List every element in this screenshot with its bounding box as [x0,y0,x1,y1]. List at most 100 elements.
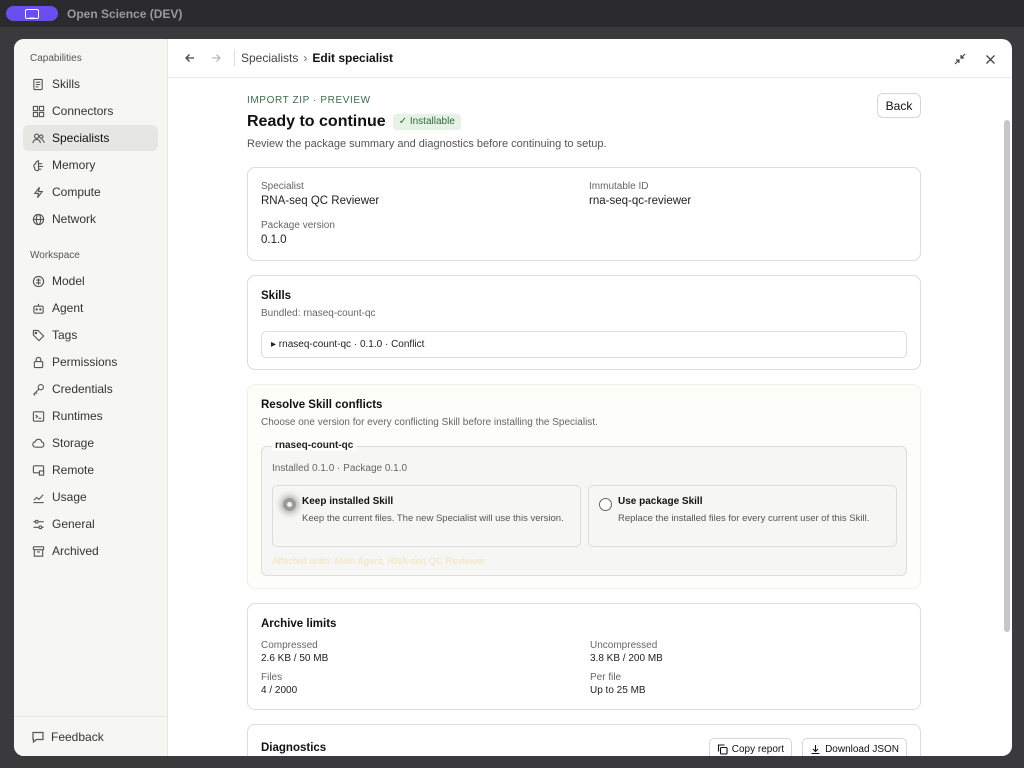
sidebar-item-network[interactable]: Network [23,206,158,232]
sidebar-item-general[interactable]: General [23,511,158,537]
package-version-label: Package version [261,220,335,231]
sidebar-item-runtimes[interactable]: Runtimes [23,403,158,429]
specialist-value: RNA-seq QC Reviewer [261,195,380,207]
sidebar-item-remote[interactable]: Remote [23,457,158,483]
uncompressed-label: Uncompressed [590,640,658,651]
sidebar-item-usage[interactable]: Usage [23,484,158,510]
network-icon [31,212,45,226]
archive-limits-card: Archive limits Compressed 2.6 KB / 50 MB… [247,603,921,710]
back-arrow-icon[interactable] [180,48,200,68]
lock-icon [31,355,45,369]
skills-card: Skills Bundled: rnaseq-count-qc ▸ rnaseq… [247,275,921,370]
close-icon[interactable] [980,49,1000,69]
sidebar-item-label: Agent [52,301,84,315]
sidebar-section-workspace: Workspace [30,250,80,261]
option-title: Keep installed Skill [302,496,394,507]
tags-icon [31,328,45,342]
usage-chart-icon [31,490,45,504]
settings-modal: Capabilities Skills Connectors Specialis… [14,39,1012,756]
immutable-id-value: rna-seq-qc-reviewer [589,195,692,207]
sidebar-item-specialists[interactable]: Specialists [23,125,158,151]
chat-bubble-icon [31,730,45,744]
option-desc: Keep the current files. The new Speciali… [302,513,564,524]
option-keep-installed[interactable]: Keep installed Skill Keep the current fi… [272,485,581,547]
key-icon [31,382,45,396]
sliders-icon [31,517,45,531]
cloud-icon [31,436,45,450]
compressed-label: Compressed [261,640,318,651]
sidebar-item-label: General [52,517,95,531]
status-badge: ✓ Installable [392,114,461,130]
sidebar-item-memory[interactable]: Memory [23,152,158,178]
forward-arrow-icon[interactable] [206,48,226,68]
breadcrumb-separator: › [303,51,308,65]
sidebar-item-label: Model [52,274,85,288]
eyebrow-label: IMPORT ZIP · PREVIEW [247,95,371,106]
sidebar-item-label: Network [52,212,97,226]
top-bar: Specialists › Edit specialist [168,39,1012,78]
sidebar-item-label: Connectors [52,104,114,118]
sidebar-item-permissions[interactable]: Permissions [23,349,158,375]
diagnostics-title: Diagnostics [261,742,327,754]
model-icon [31,274,45,288]
sidebar-item-connectors[interactable]: Connectors [23,98,158,124]
files-label: Files [261,672,283,683]
specialists-icon [31,131,45,145]
scrollbar[interactable] [1004,120,1010,632]
package-version-value: 0.1.0 [261,234,287,246]
sidebar-item-agent[interactable]: Agent [23,295,158,321]
sidebar-item-storage[interactable]: Storage [23,430,158,456]
immutable-id-label: Immutable ID [589,181,649,192]
copy-report-label: Copy report [731,743,784,755]
divider [234,50,235,66]
window-icon [25,8,39,19]
conflict-versions: Installed 0.1.0 · Package 0.1.0 [272,463,408,474]
os-title-bar: Open Science (DEV) [0,0,1024,27]
skill-row-expander[interactable]: ▸ rnaseq-count-qc · 0.1.0 · Conflict [261,331,907,358]
copy-report-button[interactable]: Copy report [708,738,792,756]
feedback-button[interactable]: Feedback [14,716,167,756]
page-title: Ready to continue [247,113,386,130]
sidebar-item-compute[interactable]: Compute [23,179,158,205]
sidebar-item-tags[interactable]: Tags [23,322,158,348]
sidebar-item-skills[interactable]: Skills [23,71,158,97]
archive-icon [31,544,45,558]
sidebar-item-label: Tags [52,328,78,342]
sidebar-item-archived[interactable]: Archived [23,538,158,564]
skills-icon [31,77,45,91]
download-icon [810,744,821,755]
breadcrumb-current: Edit specialist [312,51,394,65]
sidebar-item-label: Permissions [52,355,118,369]
per-file-value: Up to 25 MB [590,685,646,696]
app-switcher-button[interactable] [6,6,58,21]
archive-limits-title: Archive limits [261,618,337,630]
sidebar-item-credentials[interactable]: Credentials [23,376,158,402]
os-app-title: Open Science (DEV) [67,6,183,21]
option-use-package[interactable]: Use package Skill Replace the installed … [588,485,897,547]
files-value: 4 / 2000 [261,685,298,696]
affected-units: Affected units: Main Agent, RNA-seq QC R… [272,556,486,567]
sidebar-item-model[interactable]: Model [23,268,158,294]
download-json-button[interactable]: Download JSON [802,738,907,756]
back-button[interactable]: Back [877,93,921,118]
page-subtitle: Review the package summary and diagnosti… [247,138,607,150]
conflicts-desc: Choose one version for every conflicting… [261,417,598,428]
memory-icon [31,158,45,172]
option-title: Use package Skill [618,496,703,507]
content-scroll-area[interactable]: IMPORT ZIP · PREVIEW Ready to continue ✓… [168,78,1012,756]
compressed-value: 2.6 KB / 50 MB [261,653,329,664]
connectors-icon [31,104,45,118]
radio-use-package[interactable] [599,498,612,511]
skills-bundled: Bundled: rnaseq-count-qc [261,308,376,319]
collapse-icon[interactable] [950,49,970,69]
radio-keep-installed[interactable] [283,498,296,511]
sidebar-section-capabilities: Capabilities [30,53,82,64]
copy-icon [717,743,728,755]
download-json-label: Download JSON [825,743,899,755]
sidebar-item-label: Usage [52,490,87,504]
remote-icon [31,463,45,477]
skills-title: Skills [261,290,292,302]
sidebar-item-label: Runtimes [52,409,103,423]
sidebar: Capabilities Skills Connectors Specialis… [14,39,168,756]
breadcrumb-specialists[interactable]: Specialists [241,51,298,65]
